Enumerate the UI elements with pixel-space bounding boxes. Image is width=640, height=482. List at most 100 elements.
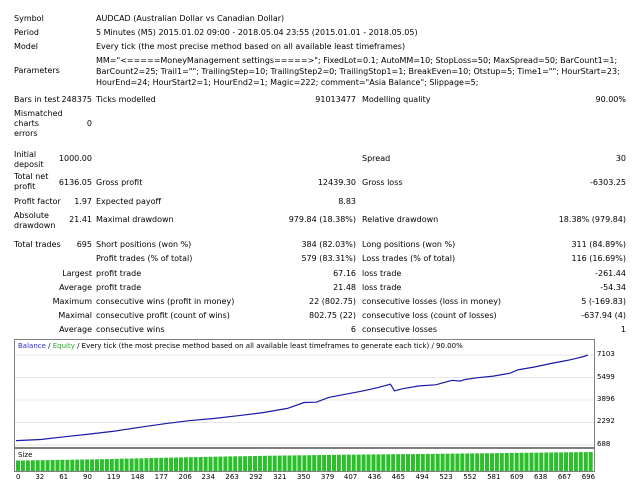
size-bar [203,456,208,471]
symbol-value: AUDCAD (Australian Dollar vs Canadian Do… [96,14,285,23]
largest-loss-label: loss trade [362,269,402,278]
modelling-quality-label: Modelling quality [362,95,431,104]
largest-label: Largest [62,269,92,278]
size-bar [198,457,203,471]
size-bar [445,453,450,471]
legend-balance: Balance [18,342,46,350]
size-bar [297,455,302,471]
largest-profit-label: profit trade [96,269,142,278]
maximal-profit-label: consecutive profit (count of wins) [96,311,230,320]
chart-legend: Balance / Equity / Every tick (the most … [18,342,463,351]
size-bar [134,458,139,471]
maximum-losses-value: 5 (-169.83) [581,297,626,306]
size-bar [529,452,534,471]
profit-trades-label: Profit trades (% of total) [96,254,193,263]
size-bar [104,459,109,471]
size-bar [554,452,559,471]
size-bar [183,457,188,471]
size-bar [213,456,218,471]
size-bar [490,453,494,471]
average-consec-label: Average [59,325,92,334]
size-chart-svg [16,452,593,471]
average-label: Average [59,283,92,292]
profit-factor-label: Profit factor [14,197,61,206]
size-bar [494,453,499,471]
size-bar [322,455,327,471]
size-bar [391,454,396,471]
maximum-wins-label: consecutive wins (profit in money) [96,297,235,306]
size-bar [267,455,272,471]
maximal-loss-label: consecutive loss (count of losses) [362,311,497,320]
x-tick-label: 638 [533,473,548,481]
size-bar [559,452,564,471]
size-bar [302,455,307,471]
size-bar [248,456,252,471]
y-tick-label: 3896 [597,394,615,403]
size-bar [30,460,35,471]
size-bar [415,454,420,471]
size-bar [549,452,554,471]
size-bar [440,453,445,471]
x-tick-label: 234 [201,473,215,481]
size-bar [253,456,257,471]
x-tick-label: 321 [273,473,287,481]
x-tick-label: 436 [367,473,382,481]
size-label: Size [18,451,33,459]
size-bar [119,458,124,471]
relative-drawdown-label: Relative drawdown [362,215,439,224]
size-bar [583,452,588,471]
size-bar [406,454,410,471]
size-bar [228,456,233,471]
size-bar [287,455,292,471]
profit-trades-value: 579 (83.31%) [301,254,356,263]
size-bar [124,458,129,471]
expected-payoff-label: Expected payoff [96,197,161,206]
x-tick-label: 61 [59,473,69,481]
size-bar [65,459,70,471]
legend-description: / Every tick (the most precise method ba… [74,342,463,350]
size-bar [411,454,415,471]
size-bar [114,458,119,471]
expected-payoff-value: 8.83 [338,197,356,206]
size-bar [460,453,465,471]
size-bar [544,452,549,471]
size-bar [99,459,104,471]
size-bar [569,452,573,471]
maximal-profit-value: 802.75 (22) [309,311,356,320]
size-bar [371,454,376,471]
size-bar [262,455,267,471]
x-tick-label: 263 [225,473,239,481]
size-bar [578,452,583,471]
x-tick-label: 379 [320,473,335,481]
size-bar [154,457,159,471]
average-consec-losses-value: 1 [620,325,626,334]
size-bar [149,458,154,471]
total-trades-label: Total trades [14,240,61,249]
size-bar [272,455,277,471]
size-bar [169,457,174,471]
size-bar [351,454,356,471]
size-bar [346,454,351,471]
size-bar [588,452,593,471]
size-bar [60,459,65,471]
size-bar [396,454,401,471]
average-consec-wins-value: 6 [350,325,356,334]
absolute-drawdown-label: Absolute drawdown [14,211,56,230]
size-bar [80,459,85,471]
size-bar [573,452,578,471]
maximal-drawdown-value: 979.84 (18.38%) [288,215,356,224]
spread-label: Spread [362,154,391,163]
bars-in-test-value: 248375 [61,95,92,104]
size-bar [420,454,425,471]
short-positions-label: Short positions (won %) [96,240,192,249]
mismatched-label: Mismatched charts errors [14,109,63,138]
bars-in-test-label: Bars in test [14,95,60,104]
long-positions-value: 311 (84.89%) [571,240,626,249]
size-bar [90,459,95,471]
x-tick-label: 581 [487,473,501,481]
size-bar [174,457,178,471]
size-bar [361,454,366,471]
x-tick-label: 119 [106,473,121,481]
long-positions-label: Long positions (won %) [362,240,456,249]
average-consec-wins-label: consecutive wins [96,325,165,334]
